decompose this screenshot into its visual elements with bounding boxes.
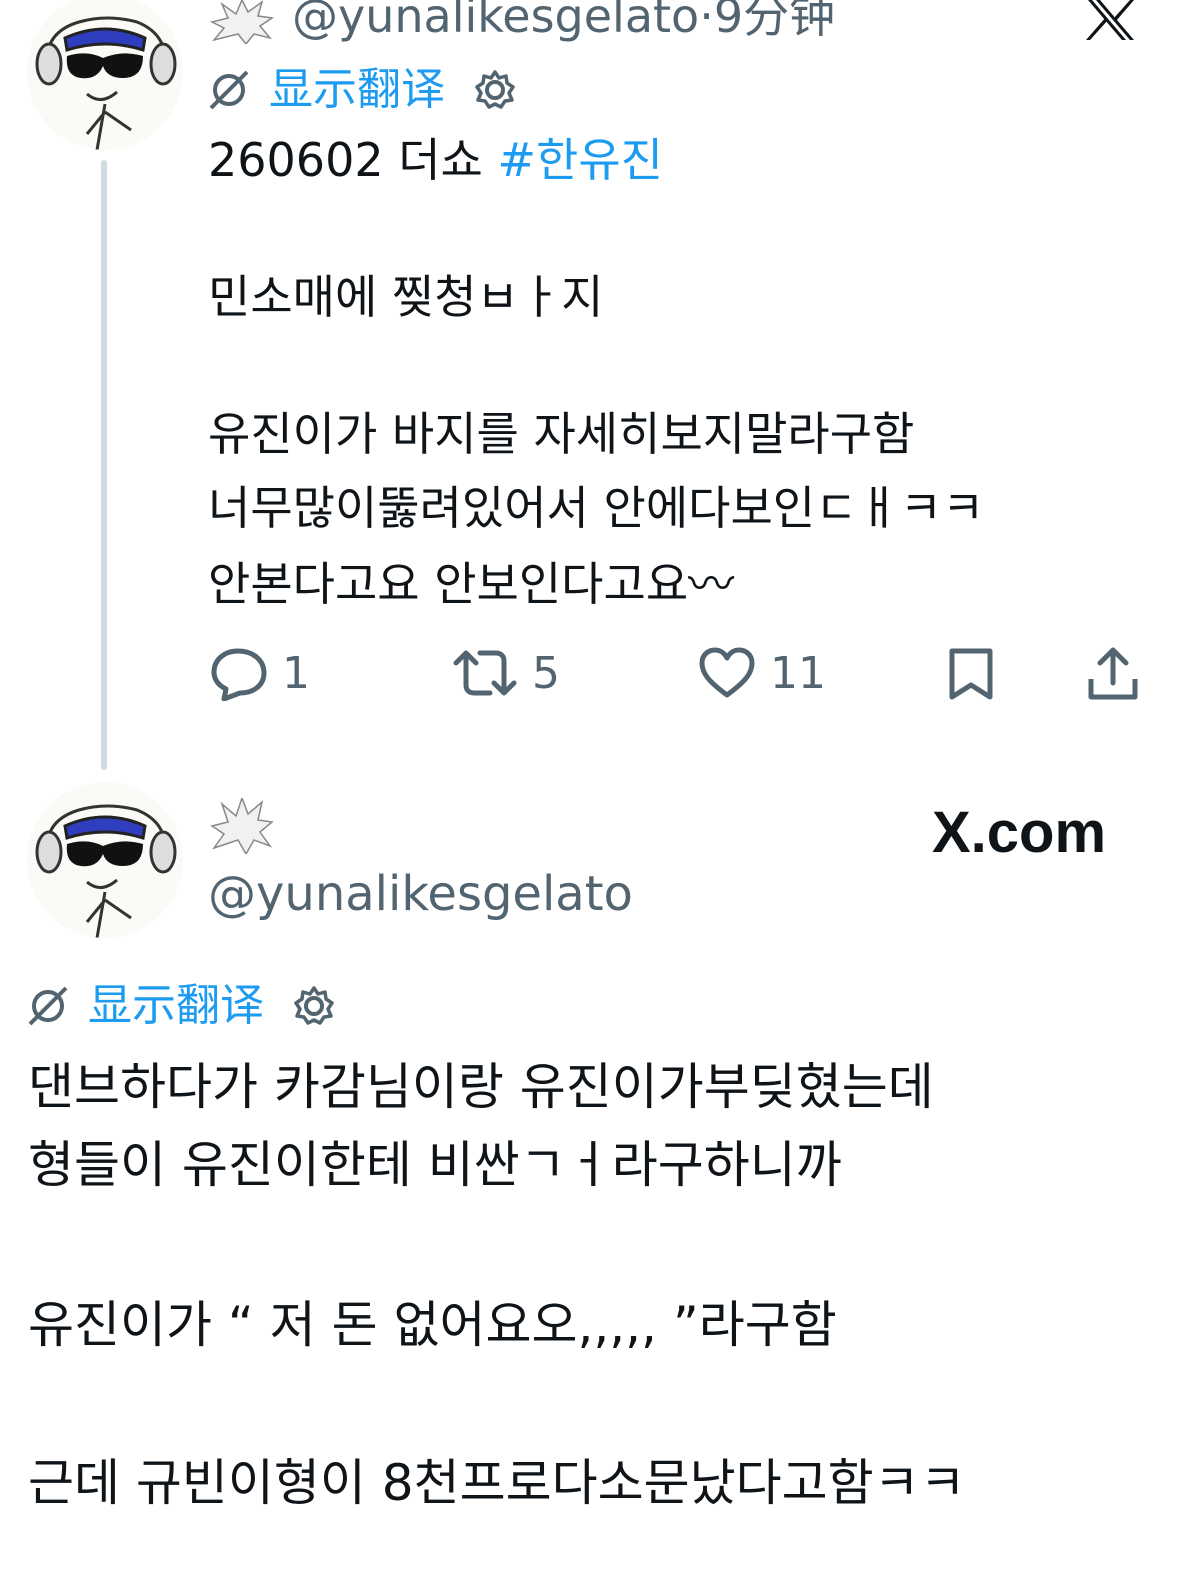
retweet-icon bbox=[453, 650, 517, 696]
share-icon bbox=[1088, 647, 1138, 700]
meta-separator: · bbox=[699, 0, 714, 43]
x-logo-icon[interactable] bbox=[1086, 0, 1136, 44]
bookmark-icon bbox=[949, 648, 993, 700]
tweet2-line2: 형들이 유진이한테 비싼ㄱㅓ라구하니까 bbox=[28, 1136, 842, 1194]
tweet1-date-text: 260602 더쇼 bbox=[208, 133, 498, 187]
tweet1-line3: 유진이가 바지를 자세히보지말라구함 bbox=[208, 407, 915, 461]
tweet1-meta: @yunalikesgelato·9分钟 bbox=[292, 0, 835, 46]
tweet1-line5: 안본다고요 안보인다고요〰 bbox=[208, 557, 735, 611]
reply-count: 1 bbox=[282, 647, 310, 699]
avatar-drawing bbox=[27, 0, 183, 150]
tweet1-line1: 260602 더쇼 #한유진 bbox=[208, 126, 663, 194]
tweet1-line4: 너무많이뚫려있어서 안에다보인ㄷㅐㅋㅋ bbox=[208, 481, 985, 535]
sparkle-burst-icon bbox=[210, 795, 274, 858]
tweet2-line3: 유진이가 “ 저 돈 없어요오,,,,, ”라구함 bbox=[28, 1296, 837, 1354]
gear-icon[interactable] bbox=[292, 984, 336, 1028]
x-com-label[interactable]: X.com bbox=[932, 798, 1106, 868]
translate-row: 显示翻译 bbox=[207, 62, 517, 118]
show-translation-link[interactable]: 显示翻译 bbox=[269, 62, 445, 118]
avatar[interactable] bbox=[27, 0, 183, 150]
avatar-drawing bbox=[27, 782, 183, 938]
tweet2-handle[interactable]: @yunalikesgelato bbox=[208, 862, 633, 926]
tweet1-handle[interactable]: @yunalikesgelato bbox=[292, 0, 699, 43]
tweet2-line1: 댄브하다가 카감님이랑 유진이가부딪혔는데 bbox=[28, 1058, 934, 1116]
tweet1-line2: 민소매에 찢청ㅂㅏ지 bbox=[208, 270, 604, 324]
gear-icon[interactable] bbox=[473, 68, 517, 112]
translate-icon bbox=[209, 70, 249, 110]
like-button[interactable]: 11 bbox=[698, 645, 826, 701]
retweet-count: 5 bbox=[532, 647, 560, 699]
like-icon bbox=[699, 647, 755, 698]
reply-icon bbox=[211, 648, 267, 701]
hashtag-link[interactable]: #한유진 bbox=[497, 133, 663, 187]
reply-button[interactable]: 1 bbox=[210, 645, 310, 701]
like-count: 11 bbox=[770, 647, 826, 699]
retweet-button[interactable]: 5 bbox=[452, 645, 560, 701]
share-button[interactable] bbox=[1086, 645, 1140, 703]
tweet2-line4: 근데 규빈이형이 8천프로다소문났다고함ㅋㅋ bbox=[28, 1454, 966, 1512]
show-translation-link[interactable]: 显示翻译 bbox=[88, 978, 264, 1034]
bookmark-button[interactable] bbox=[946, 645, 996, 703]
translate-row: 显示翻译 bbox=[26, 978, 336, 1034]
thread-line bbox=[101, 160, 107, 770]
avatar[interactable] bbox=[27, 782, 183, 938]
translate-icon bbox=[28, 986, 68, 1026]
sparkle-burst-icon bbox=[209, 0, 275, 48]
tweet1-time[interactable]: 9分钟 bbox=[714, 0, 835, 43]
